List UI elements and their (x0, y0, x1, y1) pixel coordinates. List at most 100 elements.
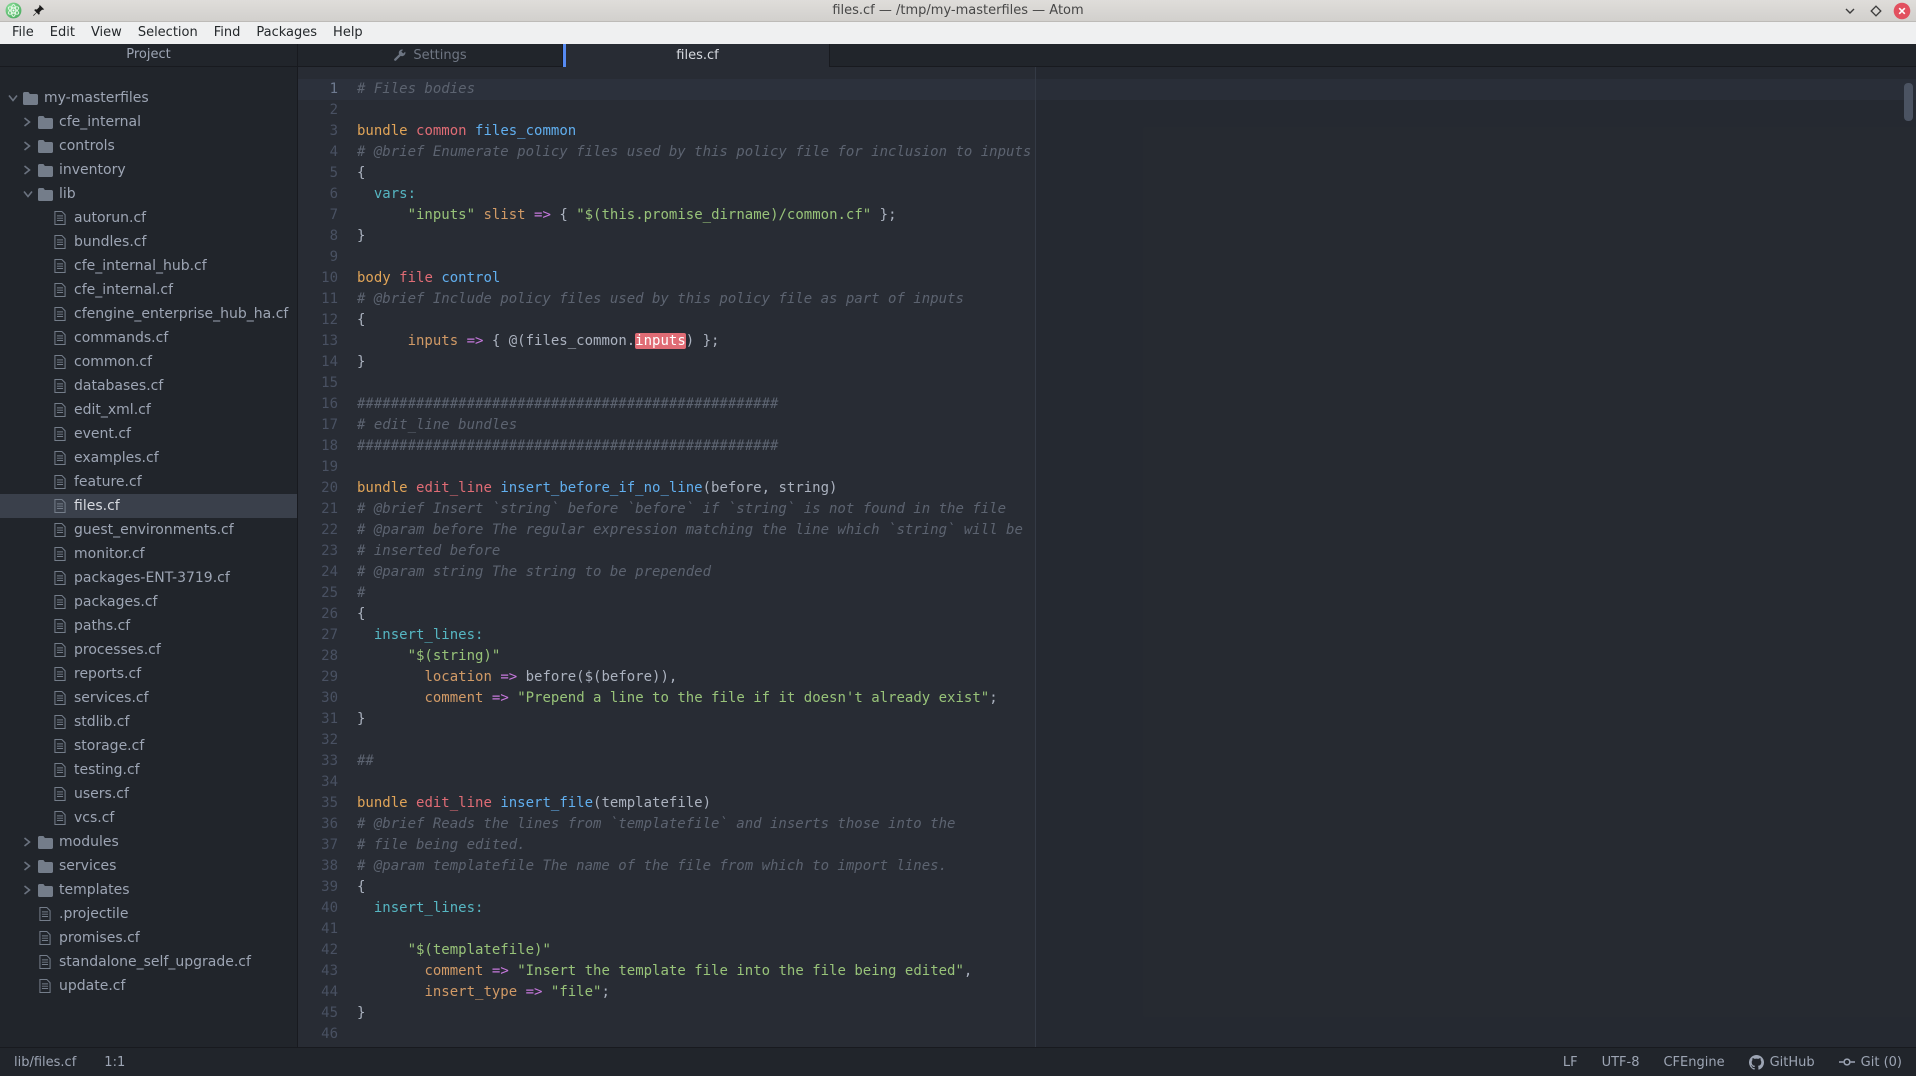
tree-item[interactable]: users.cf (0, 782, 297, 806)
status-cursor-position[interactable]: 1:1 (104, 1055, 125, 1070)
code-line-row[interactable]: 15 (298, 373, 1916, 394)
code-line-row[interactable]: 4# @brief Enumerate policy files used by… (298, 142, 1916, 163)
tree-item[interactable]: controls (0, 134, 297, 158)
line-number[interactable]: 45 (298, 1003, 338, 1024)
tree-item[interactable]: packages-ENT-3719.cf (0, 566, 297, 590)
code-line-row[interactable]: 46 (298, 1024, 1916, 1045)
code-line-row[interactable]: 16######################################… (298, 394, 1916, 415)
tree-item[interactable]: files.cf (0, 494, 297, 518)
code-line-row[interactable]: 25# (298, 583, 1916, 604)
close-button[interactable] (1893, 2, 1911, 20)
code-line-row[interactable]: 30 comment => "Prepend a line to the fil… (298, 688, 1916, 709)
tree-item[interactable]: cfe_internal.cf (0, 278, 297, 302)
maximize-button[interactable] (1867, 2, 1885, 20)
menu-item-help[interactable]: Help (325, 22, 371, 44)
line-number[interactable]: 18 (298, 436, 338, 457)
tree-item[interactable]: reports.cf (0, 662, 297, 686)
code-line-row[interactable]: 33## (298, 751, 1916, 772)
project-panel-header[interactable]: Project (0, 44, 297, 67)
tree-item[interactable]: storage.cf (0, 734, 297, 758)
code-line-row[interactable]: 42 "$(templatefile)" (298, 940, 1916, 961)
line-number[interactable]: 5 (298, 163, 338, 184)
scrollbar-thumb[interactable] (1904, 83, 1913, 121)
code-line-row[interactable]: 5{ (298, 163, 1916, 184)
line-number[interactable]: 1 (298, 79, 338, 100)
line-number[interactable]: 38 (298, 856, 338, 877)
status-file-path[interactable]: lib/files.cf (14, 1055, 76, 1070)
line-number[interactable]: 14 (298, 352, 338, 373)
tree-item[interactable]: event.cf (0, 422, 297, 446)
menu-item-selection[interactable]: Selection (130, 22, 206, 44)
code-line-row[interactable]: 40 insert_lines: (298, 898, 1916, 919)
tree-item[interactable]: paths.cf (0, 614, 297, 638)
code-line-row[interactable]: 18######################################… (298, 436, 1916, 457)
tree-item[interactable]: services.cf (0, 686, 297, 710)
editor[interactable]: 1# Files bodies23bundle common files_com… (298, 67, 1916, 1047)
status-line-ending[interactable]: LF (1563, 1055, 1578, 1070)
git-button[interactable]: Git (0) (1839, 1055, 1902, 1070)
line-number[interactable]: 8 (298, 226, 338, 247)
line-number[interactable]: 44 (298, 982, 338, 1003)
tree-item[interactable]: monitor.cf (0, 542, 297, 566)
line-number[interactable]: 3 (298, 121, 338, 142)
chevron-down-icon[interactable] (23, 190, 37, 198)
tree-item[interactable]: cfengine_enterprise_hub_ha.cf (0, 302, 297, 326)
line-number[interactable]: 9 (298, 247, 338, 268)
code-line-row[interactable]: 39{ (298, 877, 1916, 898)
code-line-row[interactable]: 2 (298, 100, 1916, 121)
line-number[interactable]: 31 (298, 709, 338, 730)
line-number[interactable]: 19 (298, 457, 338, 478)
tab-files-cf[interactable]: files.cf (563, 44, 830, 67)
code-line-row[interactable]: 14} (298, 352, 1916, 373)
line-number[interactable]: 24 (298, 562, 338, 583)
code-line-row[interactable]: 11# @brief Include policy files used by … (298, 289, 1916, 310)
line-number[interactable]: 37 (298, 835, 338, 856)
code-line-row[interactable]: 12{ (298, 310, 1916, 331)
tree-item[interactable]: commands.cf (0, 326, 297, 350)
status-grammar[interactable]: CFEngine (1663, 1055, 1724, 1070)
line-number[interactable]: 26 (298, 604, 338, 625)
chevron-right-icon[interactable] (23, 117, 37, 127)
tree-item[interactable]: common.cf (0, 350, 297, 374)
tree-item[interactable]: processes.cf (0, 638, 297, 662)
tree-item[interactable]: edit_xml.cf (0, 398, 297, 422)
line-number[interactable]: 7 (298, 205, 338, 226)
code-line-row[interactable]: 29 location => before($(before)), (298, 667, 1916, 688)
line-number[interactable]: 23 (298, 541, 338, 562)
line-number[interactable]: 40 (298, 898, 338, 919)
code-line-row[interactable]: 41 (298, 919, 1916, 940)
line-number[interactable]: 36 (298, 814, 338, 835)
tab-settings[interactable]: Settings (298, 44, 563, 66)
code-line-row[interactable]: 7 "inputs" slist => { "$(this.promise_di… (298, 205, 1916, 226)
tree-item[interactable]: databases.cf (0, 374, 297, 398)
menu-item-packages[interactable]: Packages (248, 22, 325, 44)
code-line-row[interactable]: 8} (298, 226, 1916, 247)
chevron-right-icon[interactable] (23, 885, 37, 895)
tree-item[interactable]: examples.cf (0, 446, 297, 470)
code-line-row[interactable]: 32 (298, 730, 1916, 751)
tree-item[interactable]: update.cf (0, 974, 297, 998)
line-number[interactable]: 21 (298, 499, 338, 520)
tree-item[interactable]: guest_environments.cf (0, 518, 297, 542)
line-number[interactable]: 25 (298, 583, 338, 604)
tree-item[interactable]: inventory (0, 158, 297, 182)
menu-item-find[interactable]: Find (206, 22, 249, 44)
chevron-right-icon[interactable] (23, 837, 37, 847)
code-line-row[interactable]: 22# @param before The regular expression… (298, 520, 1916, 541)
line-number[interactable]: 22 (298, 520, 338, 541)
code-line-row[interactable]: 1# Files bodies (298, 79, 1916, 100)
code-line-row[interactable]: 43 comment => "Insert the template file … (298, 961, 1916, 982)
code-line-row[interactable]: 44 insert_type => "file"; (298, 982, 1916, 1003)
line-number[interactable]: 11 (298, 289, 338, 310)
chevron-right-icon[interactable] (23, 141, 37, 151)
line-number[interactable]: 32 (298, 730, 338, 751)
chevron-right-icon[interactable] (23, 165, 37, 175)
menu-item-view[interactable]: View (83, 22, 130, 44)
tree-item[interactable]: standalone_self_upgrade.cf (0, 950, 297, 974)
code-line-row[interactable]: 9 (298, 247, 1916, 268)
code-line-row[interactable]: 38# @param templatefile The name of the … (298, 856, 1916, 877)
line-number[interactable]: 17 (298, 415, 338, 436)
code-line-row[interactable]: 36# @brief Reads the lines from `templat… (298, 814, 1916, 835)
tree-item[interactable]: packages.cf (0, 590, 297, 614)
tree-item[interactable]: feature.cf (0, 470, 297, 494)
